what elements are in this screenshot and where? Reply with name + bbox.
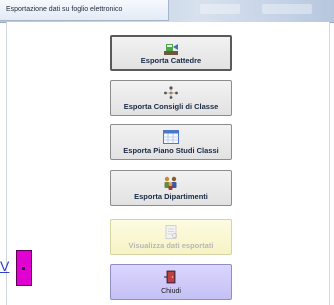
view-exported-data-label: Visualizza dati esportati <box>128 241 214 250</box>
view-exported-data-button[interactable]: Visualizza dati esportati <box>110 219 232 255</box>
title-tab: Esportazione dati su foglio elettronico <box>0 0 169 21</box>
export-chair-icon <box>164 44 178 55</box>
people-group-icon <box>164 86 178 99</box>
export-piano-studi-button[interactable]: Esporta Piano Studi Classi <box>110 124 232 160</box>
export-cattedre-button[interactable]: Esporta Cattedre <box>110 35 232 71</box>
title-bar[interactable]: Esportazione dati su foglio elettronico <box>0 0 334 23</box>
export-window: Esportazione dati su foglio elettronico … <box>0 0 334 305</box>
title-bar-blurred-area <box>200 4 240 14</box>
export-piano-studi-label: Esporta Piano Studi Classi <box>123 146 219 155</box>
window-title: Esportazione dati su foglio elettronico <box>6 6 123 13</box>
export-consigli-label: Esporta Consigli di Classe <box>123 102 219 111</box>
close-label: Chiudi <box>161 288 181 295</box>
calendar-grid-icon <box>163 130 179 144</box>
document-view-icon <box>165 225 177 239</box>
title-bar-blurred-area <box>262 4 312 14</box>
side-link-fragment[interactable]: V <box>0 258 9 274</box>
export-dipartimenti-label: Esporta Dipartimenti <box>134 192 208 201</box>
magenta-marker <box>16 250 32 286</box>
export-dipartimenti-button[interactable]: Esporta Dipartimenti <box>110 170 232 206</box>
export-cattedre-label: Esporta Cattedre <box>140 56 202 65</box>
close-button[interactable]: Chiudi <box>110 264 232 300</box>
export-consigli-button[interactable]: Esporta Consigli di Classe <box>110 80 232 116</box>
team-icon <box>164 176 177 190</box>
exit-door-icon <box>164 270 176 284</box>
